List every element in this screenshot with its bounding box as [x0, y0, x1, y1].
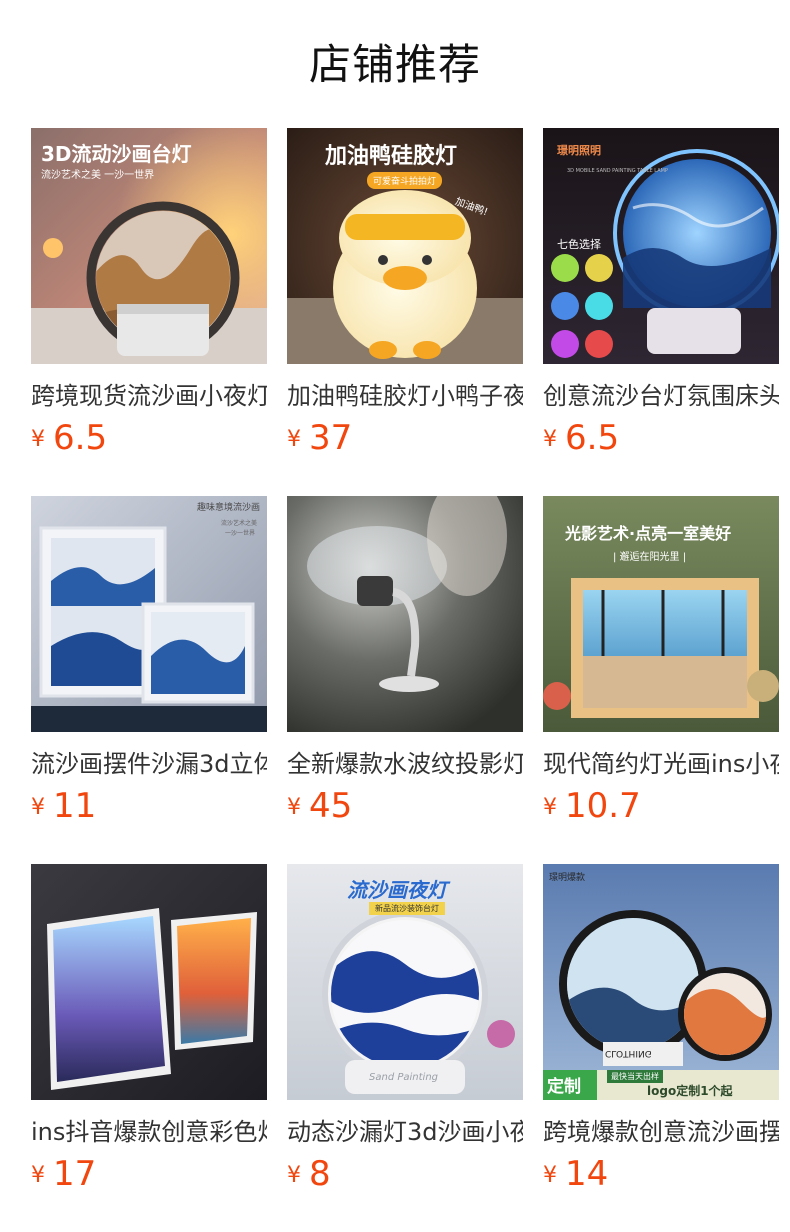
product-price: ¥14	[543, 1152, 608, 1196]
currency-symbol: ¥	[31, 427, 45, 452]
image-caption: 璟明爆款	[549, 873, 586, 883]
currency-symbol: ¥	[543, 427, 557, 452]
product-name[interactable]: 全新爆款水波纹投影灯	[287, 748, 523, 780]
product-name[interactable]: 流沙画摆件沙漏3d立体	[31, 748, 267, 780]
price-value: 14	[565, 1154, 609, 1194]
price-value: 45	[309, 786, 353, 826]
image-subcaption: logo定制1个起	[647, 1084, 733, 1098]
product-card[interactable]: ins抖音爆款创意彩色灯光画 ¥17	[31, 864, 267, 1194]
product-name[interactable]: ins抖音爆款创意彩色灯光画	[31, 1116, 267, 1148]
image-subcaption: 可爱奋斗拍拍灯	[367, 172, 443, 189]
product-name[interactable]: 创意流沙台灯氛围床头灯	[543, 380, 779, 412]
store-recommendations-page: 店铺推荐 3D流动沙画台灯 流沙艺术之美 一沙一世界 跨境现货流沙画小夜灯 ¥ …	[0, 0, 790, 1232]
product-image[interactable]	[31, 864, 267, 1100]
product-card[interactable]: 流沙画夜灯 新品流沙装饰台灯 Sand Painting 动态沙漏灯3d沙画小夜…	[287, 864, 523, 1194]
image-tag: CLOTHING	[605, 1048, 652, 1058]
image-subcaption: 新品流沙装饰台灯	[369, 902, 445, 915]
product-price: ¥11	[31, 784, 96, 828]
currency-symbol: ¥	[287, 795, 301, 820]
product-name[interactable]: 现代简约灯光画ins小夜灯	[543, 748, 779, 780]
product-image[interactable]: 光影艺术·点亮一室美好 | 邂逅在阳光里 |	[543, 496, 779, 732]
product-image[interactable]: 加油鸭硅胶灯 可爱奋斗拍拍灯 加油鸭!	[287, 128, 523, 364]
product-image[interactable]: 3D流动沙画台灯 流沙艺术之美 一沙一世界	[31, 128, 267, 364]
currency-symbol: ¥	[31, 795, 45, 820]
customize-label: 定制	[547, 1077, 581, 1097]
price-value: 11	[53, 786, 97, 826]
currency-symbol: ¥	[287, 427, 301, 452]
currency-symbol: ¥	[287, 1163, 301, 1188]
product-price: ¥45	[287, 784, 352, 828]
image-subcaption: 流沙艺术之美	[221, 520, 258, 527]
image-caption: 加油鸭硅胶灯	[325, 144, 458, 169]
image-subcaption: 一沙一世界	[225, 530, 256, 537]
image-tag: Sand Painting	[369, 1072, 438, 1083]
product-card[interactable]: 加油鸭硅胶灯 可爱奋斗拍拍灯 加油鸭! 加油鸭硅胶灯小鸭子夜灯 ¥37	[287, 128, 523, 458]
product-card[interactable]: 3D流动沙画台灯 流沙艺术之美 一沙一世界 跨境现货流沙画小夜灯 ¥6.5	[31, 128, 267, 458]
product-card[interactable]: 趣味意境流沙画 流沙艺术之美 一沙一世界 流沙画摆件沙漏3d立体 ¥11	[31, 496, 267, 826]
product-card[interactable]: 璟明爆款 CLOTHING 定制 最快当天出样 logo定制1个起 跨境爆款创意…	[543, 864, 779, 1194]
section-title: 店铺推荐	[308, 40, 481, 89]
image-caption: 流沙画夜灯	[347, 878, 447, 902]
image-caption: 3D流动沙画台灯	[41, 142, 192, 166]
currency-symbol: ¥	[543, 795, 557, 820]
price-value: 17	[53, 1154, 97, 1194]
product-name[interactable]: 跨境现货流沙画小夜灯	[31, 380, 267, 412]
image-subcaption: 3D MOBILE SAND PAINTING TABLE LAMP	[567, 168, 668, 174]
image-caption: 璟明照明	[557, 144, 601, 157]
product-price: ¥10.7	[543, 784, 641, 828]
product-name[interactable]: 动态沙漏灯3d沙画小夜灯	[287, 1116, 523, 1148]
image-tag: 七色选择	[557, 238, 601, 251]
product-image[interactable]: 璟明照明 3D MOBILE SAND PAINTING TABLE LAMP …	[543, 128, 779, 364]
product-image[interactable]: 流沙画夜灯 新品流沙装饰台灯 Sand Painting	[287, 864, 523, 1100]
price-value: 10.7	[565, 786, 641, 826]
product-image[interactable]	[287, 496, 523, 732]
product-price: ¥6.5	[543, 416, 619, 460]
product-image[interactable]: 趣味意境流沙画 流沙艺术之美 一沙一世界	[31, 496, 267, 732]
image-subcaption: | 邂逅在阳光里 |	[613, 552, 687, 563]
product-card[interactable]: 全新爆款水波纹投影灯 ¥45	[287, 496, 523, 826]
product-price: ¥6.5	[31, 416, 107, 460]
price-value: 6.5	[53, 418, 108, 458]
product-grid: 3D流动沙画台灯 流沙艺术之美 一沙一世界 跨境现货流沙画小夜灯 ¥6.5 加油…	[31, 128, 790, 1194]
image-caption: 趣味意境流沙画	[197, 503, 261, 513]
currency-symbol: ¥	[543, 1163, 557, 1188]
product-card[interactable]: 光影艺术·点亮一室美好 | 邂逅在阳光里 | 现代简约灯光画ins小夜灯 ¥10…	[543, 496, 779, 826]
product-price: ¥17	[31, 1152, 96, 1196]
product-card[interactable]: 璟明照明 3D MOBILE SAND PAINTING TABLE LAMP …	[543, 128, 779, 458]
price-value: 6.5	[565, 418, 620, 458]
product-price: ¥37	[287, 416, 352, 460]
product-name[interactable]: 跨境爆款创意流沙画摆件	[543, 1116, 779, 1148]
image-caption: 光影艺术·点亮一室美好	[565, 524, 732, 543]
price-value: 37	[309, 418, 353, 458]
price-value: 8	[309, 1154, 331, 1194]
currency-symbol: ¥	[31, 1163, 45, 1188]
product-name[interactable]: 加油鸭硅胶灯小鸭子夜灯	[287, 380, 523, 412]
product-image[interactable]: 璟明爆款 CLOTHING 定制 最快当天出样 logo定制1个起	[543, 864, 779, 1100]
product-price: ¥8	[287, 1152, 331, 1196]
image-subcaption: 流沙艺术之美 一沙一世界	[41, 170, 155, 181]
